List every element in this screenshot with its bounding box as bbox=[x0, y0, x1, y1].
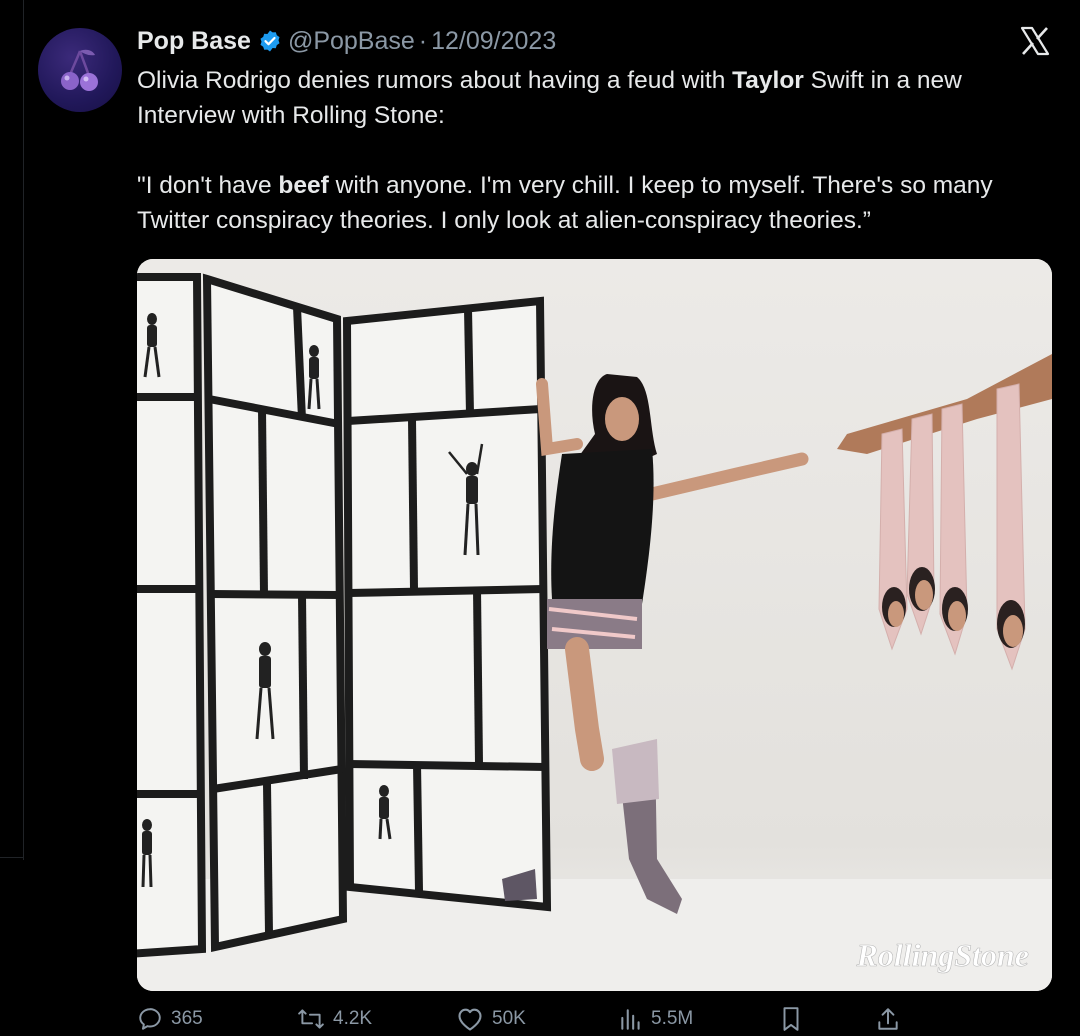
image-watermark: RollingStone bbox=[856, 937, 1030, 973]
thread-divider-vertical bbox=[23, 0, 24, 860]
like-count: 50K bbox=[492, 1008, 526, 1029]
verified-badge-icon bbox=[258, 29, 282, 53]
avatar[interactable] bbox=[38, 28, 122, 112]
bookmark-button[interactable] bbox=[779, 1006, 811, 1032]
thread-divider-horizontal bbox=[0, 857, 24, 858]
share-icon bbox=[878, 1008, 898, 1030]
reply-icon bbox=[139, 1008, 161, 1030]
highlighted-keyword: beef bbox=[278, 172, 329, 199]
repost-button[interactable]: 4.2K bbox=[297, 1006, 372, 1032]
header-separator: · bbox=[418, 26, 428, 55]
tweet-text: Olivia Rodrigo denies rumors about havin… bbox=[137, 63, 1047, 238]
repost-count: 4.2K bbox=[333, 1008, 373, 1029]
author-handle[interactable]: @PopBase bbox=[288, 27, 415, 56]
tweet-date[interactable]: 12/09/2023 bbox=[431, 27, 556, 56]
author-name[interactable]: Pop Base bbox=[137, 27, 251, 56]
tweet-text-segment: "I don't have bbox=[137, 172, 279, 199]
tweet-headline: Olivia Rodrigo denies rumors about havin… bbox=[137, 63, 1047, 133]
tweet-header: Pop Base @PopBase · 12/09/2023 bbox=[137, 24, 556, 58]
tweet-photo[interactable]: RollingStone bbox=[137, 259, 1052, 991]
bookmark-icon bbox=[783, 1007, 799, 1031]
tweet-actions: 365 4.2K 50K 5.5M bbox=[137, 1002, 1052, 1036]
x-logo-icon[interactable] bbox=[1020, 26, 1050, 56]
photo-illustration: RollingStone bbox=[137, 259, 1052, 991]
heart-icon bbox=[458, 1008, 482, 1031]
views-button[interactable]: 5.5M bbox=[619, 1006, 693, 1032]
share-button[interactable] bbox=[875, 1006, 909, 1032]
tweet-text-segment: Olivia Rodrigo denies rumors about havin… bbox=[137, 67, 733, 94]
reply-button[interactable]: 365 bbox=[137, 1006, 203, 1032]
views-count: 5.5M bbox=[651, 1008, 694, 1029]
like-button[interactable]: 50K bbox=[456, 1006, 526, 1032]
cherry-icon bbox=[61, 49, 98, 91]
views-icon bbox=[621, 1009, 640, 1030]
repost-icon bbox=[298, 1009, 324, 1029]
tweet-quote: "I don't have beef with anyone. I'm very… bbox=[137, 168, 1047, 238]
reply-count: 365 bbox=[171, 1008, 203, 1029]
highlighted-keyword: Taylor bbox=[732, 67, 804, 94]
